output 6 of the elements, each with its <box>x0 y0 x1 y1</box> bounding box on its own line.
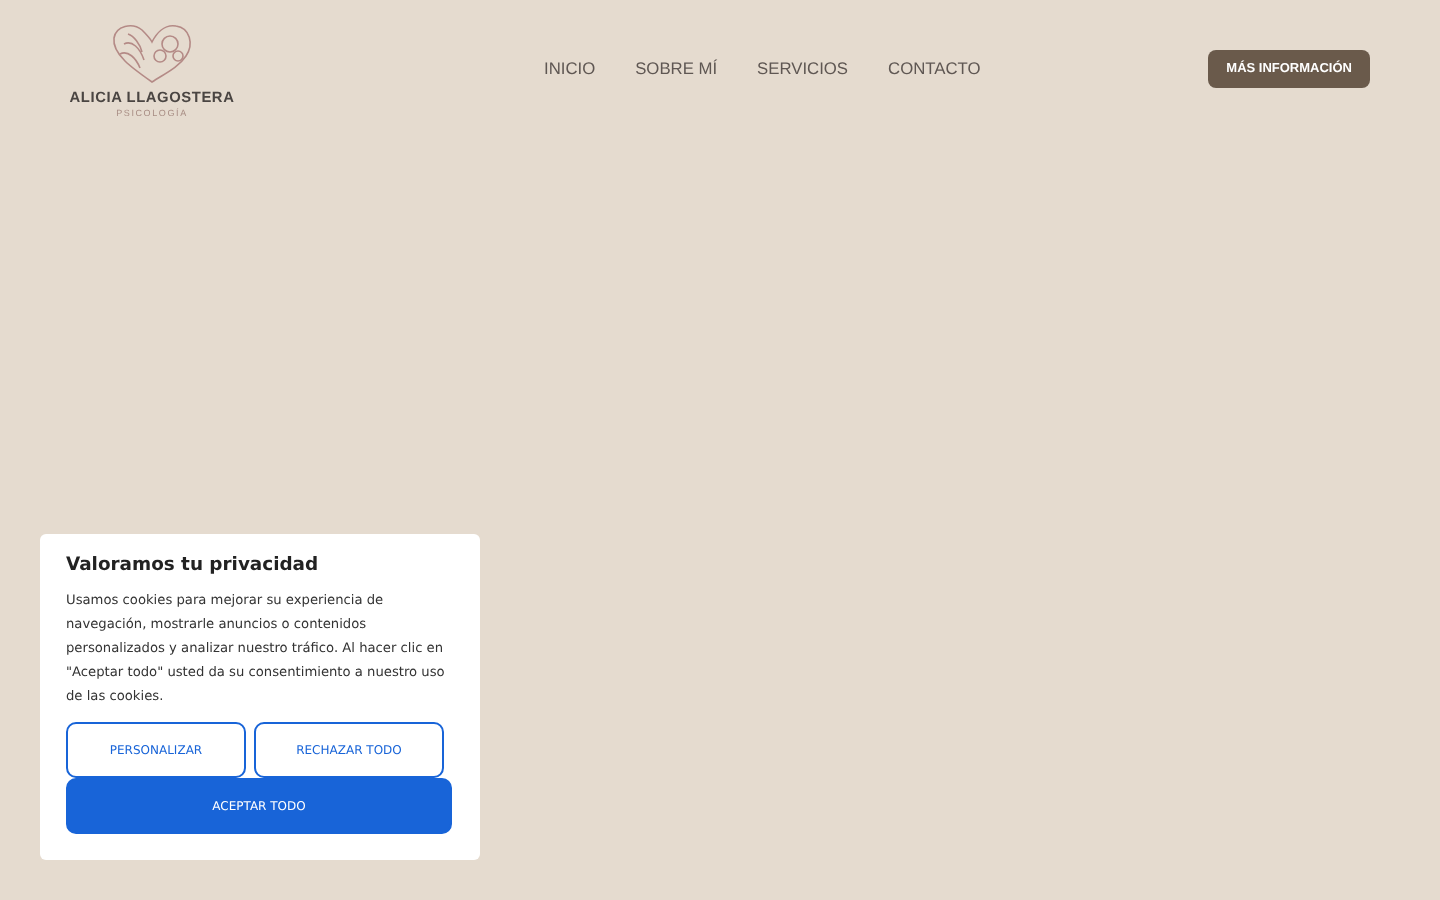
banner-title: Valoramos tu privacidad <box>66 554 321 576</box>
heart-logo-icon <box>108 19 196 83</box>
nav-link[interactable]: SOBRE MÍ <box>635 58 718 78</box>
nav-link[interactable]: INICIO <box>544 58 596 78</box>
nav-link[interactable]: SERVICIOS <box>757 58 849 78</box>
nav-link[interactable]: CONTACTO <box>888 58 981 78</box>
